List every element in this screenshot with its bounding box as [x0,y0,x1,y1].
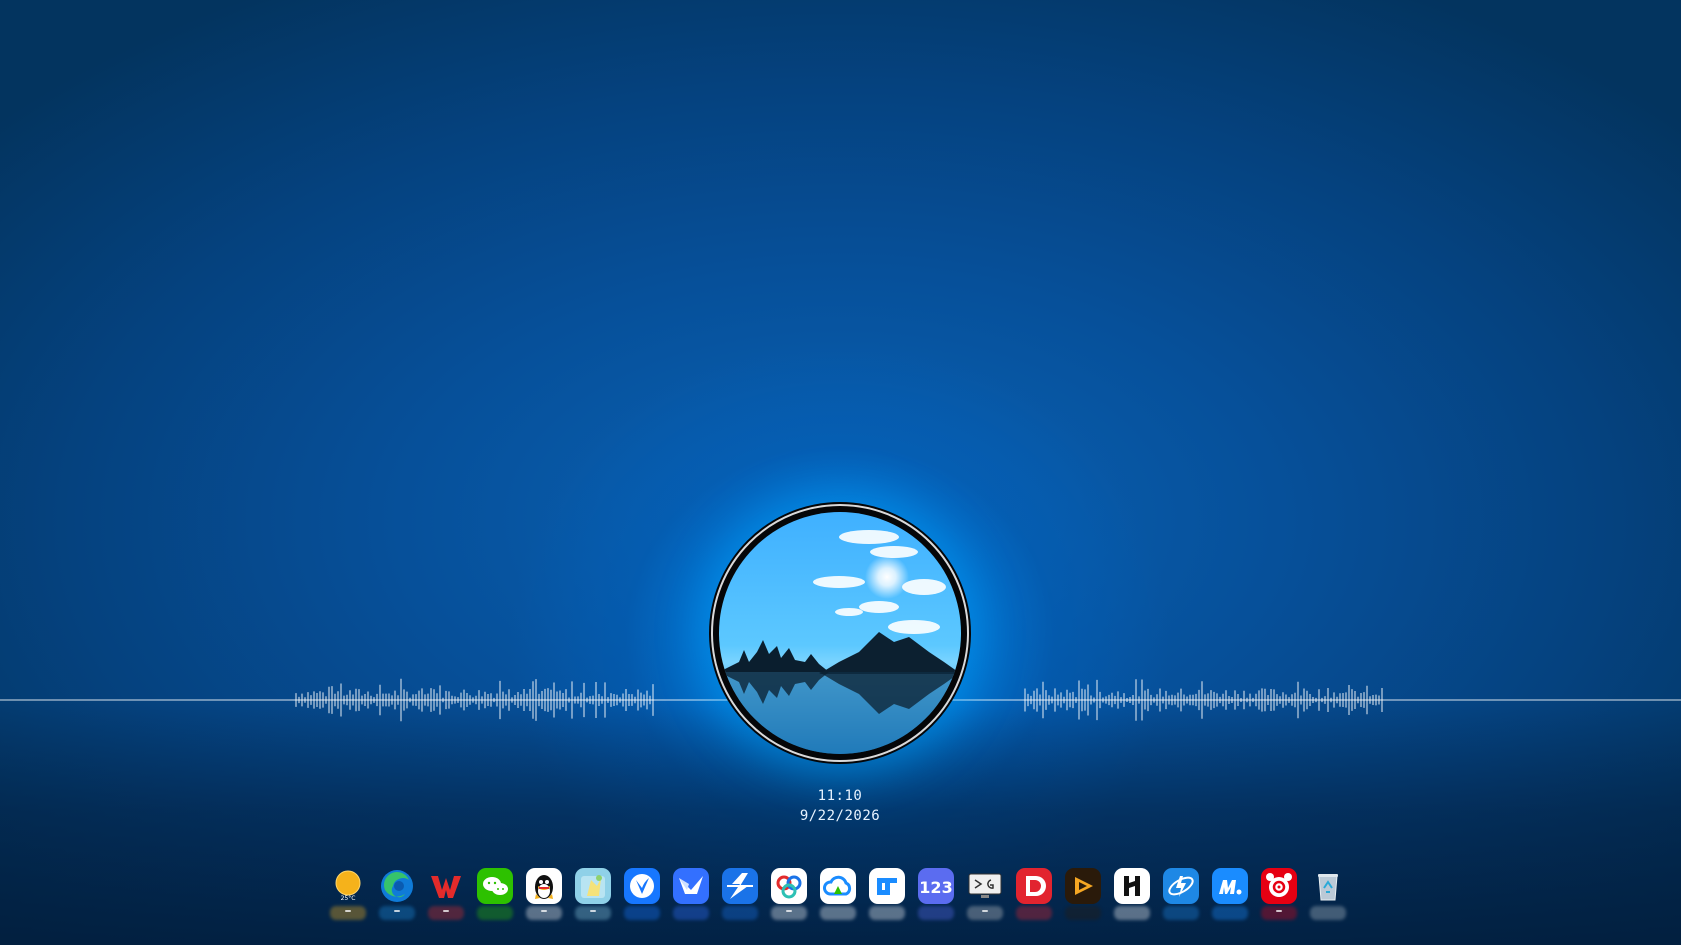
dock-reflection [1016,906,1052,920]
desktop-background: 11:10 9/22/2026 25°C 123 [0,0,1681,945]
dock-reflection [526,906,562,920]
edge-browser-icon[interactable] [379,868,415,904]
dock-reflection [1163,906,1199,920]
dock-reflection [624,906,660,920]
wps-office-icon[interactable] [428,868,464,904]
123-pan-icon[interactable]: 123 [918,868,954,904]
blue-v-app-icon[interactable] [624,868,660,904]
weather-icon[interactable]: 25°C [330,868,366,904]
dock-reflection [1261,906,1297,920]
dock-reflection [869,906,905,920]
qq-icon[interactable] [526,868,562,904]
dock-reflection [771,906,807,920]
clock-date: 9/22/2026 [799,808,881,824]
running-indicator [786,910,792,912]
running-indicator [345,910,351,912]
dock-reflection [1114,906,1150,920]
red-panda-app-icon[interactable] [1261,868,1297,904]
baidu-netdisk-icon[interactable] [771,868,807,904]
dock-reflection [1310,906,1346,920]
dock-reflection [428,906,464,920]
svg-text:123: 123 [919,878,952,897]
dock-reflection [820,906,856,920]
clock-time: 11:10 [817,788,863,804]
wechat-icon[interactable] [477,868,513,904]
dock-reflection [330,906,366,920]
running-indicator [394,910,400,912]
recycle-bin-icon[interactable] [1310,868,1346,904]
dock-reflection [477,906,513,920]
running-indicator [590,910,596,912]
music-orb[interactable] [709,502,971,764]
m-app-icon[interactable] [1212,868,1248,904]
dock-reflection [575,906,611,920]
dock-reflection [1212,906,1248,920]
dock-reflection [967,906,1003,920]
cloud-drive-icon[interactable] [820,868,856,904]
remote-desktop-icon[interactable] [967,868,1003,904]
running-indicator [982,910,988,912]
transfer-app-icon[interactable] [722,868,758,904]
dock-reflection [379,906,415,920]
dock-reflection [1065,906,1101,920]
dock-reflection [673,906,709,920]
red-d-app-icon[interactable] [1016,868,1052,904]
dock-reflection [722,906,758,920]
xunlei-thunder-icon[interactable] [1163,868,1199,904]
dock-reflection [918,906,954,920]
orb-ring [711,504,969,762]
ct-app-icon[interactable] [869,868,905,904]
dock-bar: 25°C 123 [330,868,1350,938]
running-indicator [1276,910,1282,912]
clock-widget: 11:10 9/22/2026 [740,786,940,826]
running-indicator [443,910,449,912]
feishu-lark-icon[interactable] [673,868,709,904]
notes-app-icon[interactable] [575,868,611,904]
weather-temp: 25°C [341,895,356,902]
h-app-icon[interactable] [1114,868,1150,904]
media-player-icon[interactable] [1065,868,1101,904]
running-indicator [541,910,547,912]
